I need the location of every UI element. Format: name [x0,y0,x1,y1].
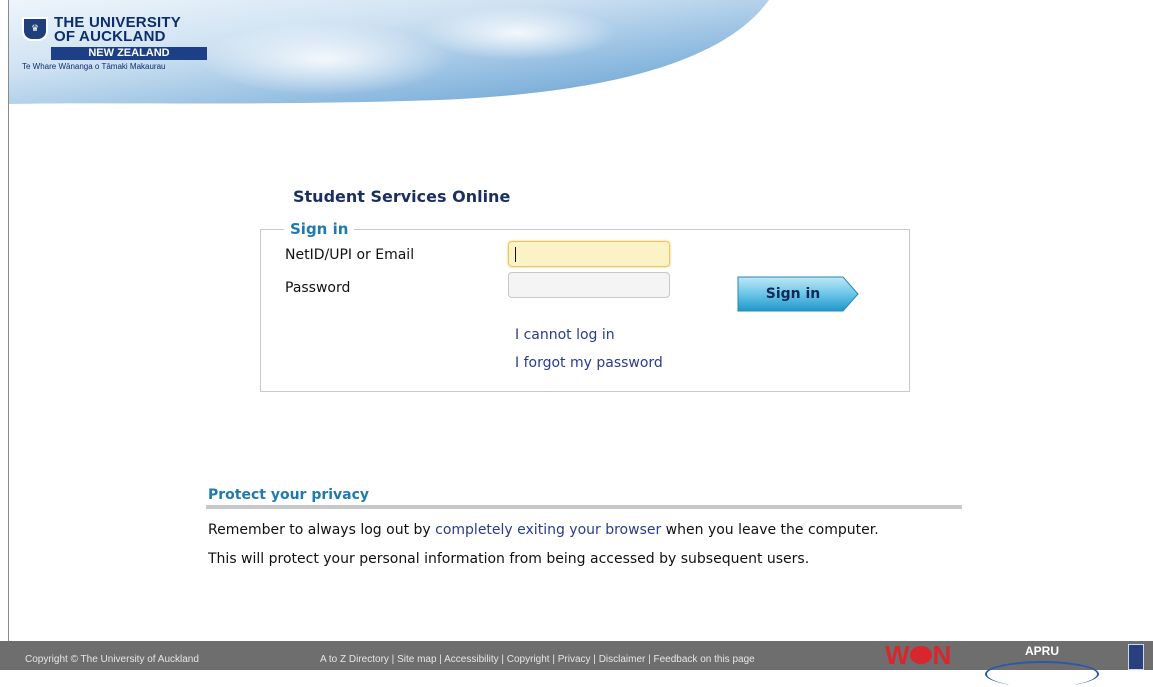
username-label: NetID/UPI or Email [285,247,415,263]
footer-link-privacy[interactable]: Privacy [558,654,591,665]
footer-link-a-to-z[interactable]: A to Z Directory [320,654,389,665]
won-logo[interactable]: WN [885,640,951,671]
separator: | [388,654,398,665]
separator: | [498,654,507,665]
header-banner: ♛ THE UNIVERSITY OF AUCKLAND NEW ZEALAND… [9,0,1153,104]
footer-crest-icon [1128,644,1144,670]
footer-link-feedback[interactable]: Feedback on this page [654,654,755,665]
footer: Copyright © The University of Auckland A… [0,640,1153,687]
separator: | [590,654,599,665]
signin-fieldset: Sign in NetID/UPI or Email Password Sign… [260,220,910,392]
apru-logo[interactable]: APRU [1025,644,1059,658]
footer-link-disclaimer[interactable]: Disclaimer [599,654,646,665]
university-logo[interactable]: ♛ THE UNIVERSITY OF AUCKLAND NEW ZEALAND… [22,15,212,71]
privacy-line-2: This will protect your personal informat… [208,551,810,567]
globe-icon [909,646,932,665]
left-frame-border [0,0,9,670]
page-title: Student Services Online [293,187,511,206]
footer-link-copyright[interactable]: Copyright [507,654,550,665]
footer-links: A to Z Directory | Site map | Accessibil… [320,654,755,665]
separator: | [549,654,558,665]
username-input[interactable] [508,241,670,267]
forgot-password-link[interactable]: I forgot my password [515,355,663,371]
password-input[interactable] [508,272,670,298]
copyright-text: Copyright © The University of Auckland [25,654,199,665]
privacy-divider [206,505,962,509]
signin-legend: Sign in [284,220,355,238]
text-caret [515,247,516,262]
separator: | [436,654,445,665]
privacy-line-1-start: Remember to always log out by [208,522,436,538]
signin-button[interactable]: Sign in [737,276,859,312]
logo-maori-name: Te Whare Wānanga o Tāmaki Makaurau [22,62,166,71]
privacy-line-1-end: when you leave the computer. [661,522,879,538]
logo-country: NEW ZEALAND [51,47,207,60]
crest-icon: ♛ [22,17,48,41]
privacy-line-1: Remember to always log out by completely… [208,522,879,538]
password-label: Password [285,280,351,296]
apru-logo-arc [985,661,1099,687]
exit-browser-link[interactable]: completely exiting your browser [435,522,661,538]
signin-button-label: Sign in [765,286,821,302]
separator: | [645,654,654,665]
cannot-login-link[interactable]: I cannot log in [515,327,615,343]
footer-link-accessibility[interactable]: Accessibility [444,654,498,665]
privacy-heading: Protect your privacy [208,487,370,503]
footer-link-site-map[interactable]: Site map [397,654,436,665]
logo-line-2: OF AUCKLAND [54,28,166,45]
